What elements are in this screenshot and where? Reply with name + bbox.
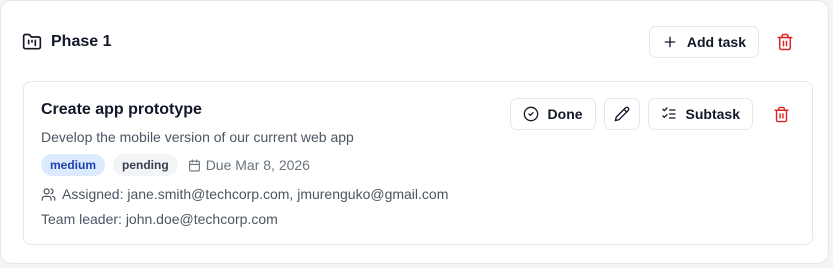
- task-description: Develop the mobile version of our curren…: [41, 129, 354, 145]
- add-task-label: Add task: [686, 34, 746, 50]
- kanban-folder-icon: [22, 32, 42, 52]
- task-card: Create app prototype Develop the mobile …: [23, 81, 813, 245]
- done-label: Done: [547, 106, 583, 122]
- delete-task-button[interactable]: [767, 100, 795, 128]
- done-button[interactable]: Done: [509, 98, 596, 130]
- list-checks-icon: [661, 106, 677, 122]
- due-date: Due Mar 8, 2026: [188, 157, 310, 173]
- check-circle-icon: [523, 106, 539, 122]
- assigned-text: Assigned: jane.smith@techcorp.com, jmure…: [62, 186, 449, 202]
- priority-badge: medium: [41, 154, 106, 176]
- calendar-icon: [188, 159, 201, 172]
- phase-title: Phase 1: [51, 33, 112, 50]
- delete-phase-button[interactable]: [771, 28, 799, 56]
- assigned-users: Assigned: jane.smith@techcorp.com, jmure…: [41, 186, 448, 202]
- pencil-icon: [614, 106, 630, 122]
- edit-task-button[interactable]: [603, 98, 640, 130]
- task-meta-row: medium pending Due Mar 8, 2026: [41, 154, 310, 176]
- team-leader: Team leader: john.doe@techcorp.com: [41, 211, 278, 227]
- trash-icon: [776, 33, 794, 51]
- due-date-text: Due Mar 8, 2026: [205, 157, 310, 173]
- trash-icon: [773, 106, 790, 123]
- users-icon: [41, 187, 56, 202]
- add-task-button[interactable]: Add task: [648, 26, 759, 58]
- subtask-label: Subtask: [685, 106, 740, 122]
- add-subtask-button[interactable]: Subtask: [647, 98, 753, 130]
- phase-panel: Phase 1 Add task Create app prototype De…: [0, 0, 829, 264]
- plus-icon: [662, 34, 678, 50]
- task-actions: Done Subtask: [509, 98, 795, 130]
- status-badge: pending: [113, 154, 178, 176]
- phase-title-group: Phase 1: [22, 32, 111, 52]
- task-title: Create app prototype: [41, 101, 202, 118]
- phase-header: Phase 1 Add task: [22, 25, 799, 59]
- phase-actions: Add task: [648, 26, 799, 58]
